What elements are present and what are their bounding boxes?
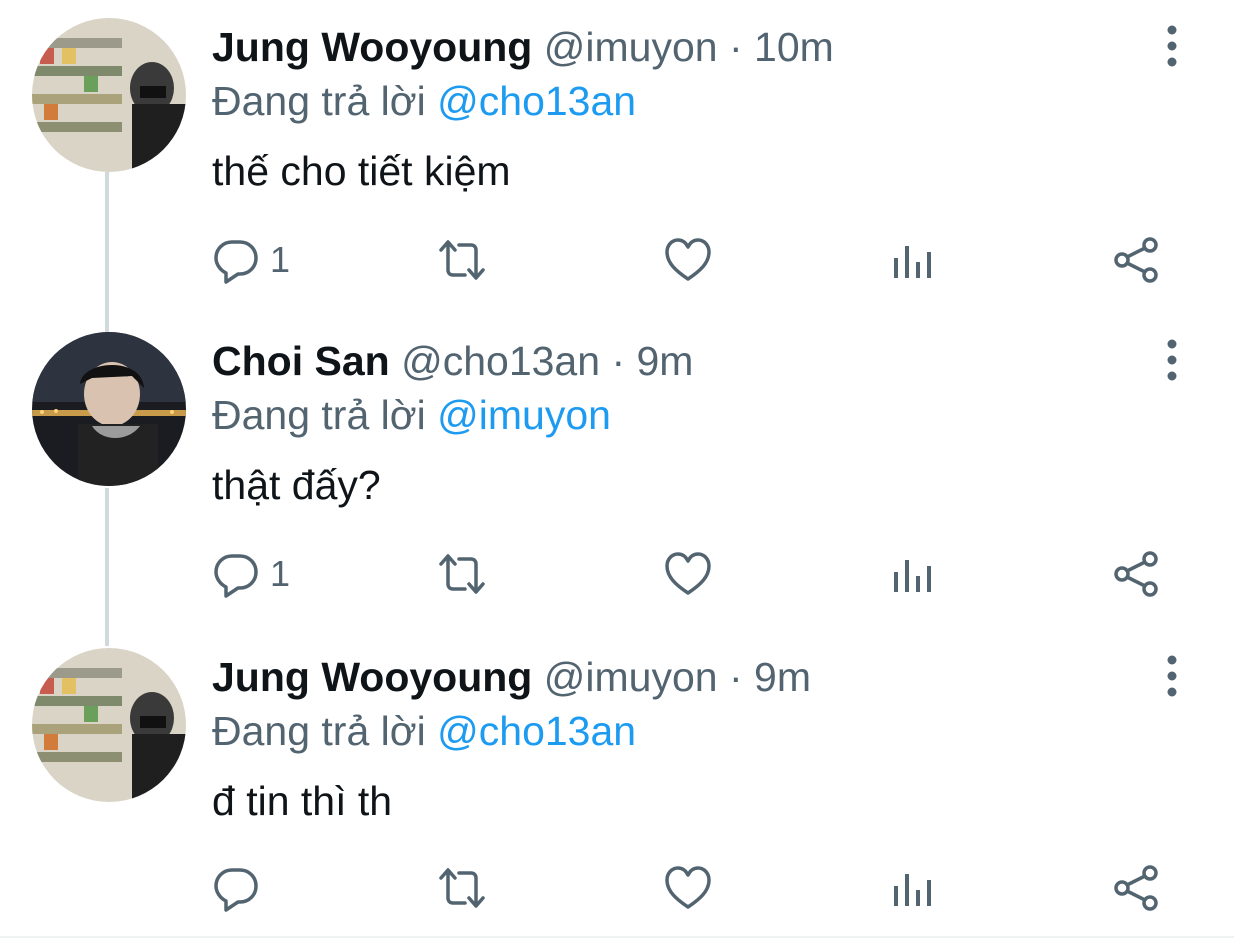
divider bbox=[0, 936, 1234, 938]
action-bar: 1 bbox=[0, 544, 1234, 604]
share-icon bbox=[1114, 237, 1158, 283]
tweet[interactable]: Choi San @cho13an · 9m Đang trả lời @imu… bbox=[0, 314, 1234, 628]
replying-to-label: Đang trả lời bbox=[212, 392, 426, 438]
analytics-button[interactable] bbox=[888, 544, 936, 604]
tweet-header: Jung Wooyoung @imuyon · 9m bbox=[212, 654, 811, 700]
more-button[interactable] bbox=[1150, 336, 1194, 384]
heart-icon bbox=[665, 866, 711, 909]
replying-to-label: Đang trả lời bbox=[212, 708, 426, 754]
action-bar: 1 bbox=[0, 230, 1234, 290]
mention-link[interactable]: @imuyon bbox=[437, 392, 611, 438]
analytics-icon bbox=[894, 246, 931, 278]
like-button[interactable] bbox=[664, 230, 712, 290]
mention-link[interactable]: @cho13an bbox=[437, 78, 636, 124]
reply-button[interactable]: 1 bbox=[212, 544, 290, 604]
reply-icon bbox=[214, 554, 258, 598]
reply-icon bbox=[214, 868, 258, 912]
handle[interactable]: @imuyon bbox=[544, 24, 718, 70]
separator: · bbox=[611, 338, 626, 384]
retweet-icon bbox=[439, 554, 485, 594]
more-button[interactable] bbox=[1150, 22, 1194, 70]
reply-count: 1 bbox=[270, 553, 291, 594]
share-button[interactable] bbox=[1112, 858, 1160, 918]
retweet-button[interactable] bbox=[438, 230, 486, 290]
reply-button[interactable] bbox=[212, 858, 270, 918]
like-button[interactable] bbox=[664, 858, 712, 918]
heart-icon bbox=[665, 552, 711, 595]
tweet-text: thật đấy? bbox=[212, 462, 381, 508]
analytics-button[interactable] bbox=[888, 858, 936, 918]
share-button[interactable] bbox=[1112, 544, 1160, 604]
tweet[interactable]: Jung Wooyoung @imuyon · 9m Đang trả lời … bbox=[0, 630, 1234, 944]
timestamp[interactable]: 9m bbox=[637, 338, 694, 384]
more-vertical-icon bbox=[1167, 655, 1177, 697]
analytics-button[interactable] bbox=[888, 230, 936, 290]
retweet-icon bbox=[439, 868, 485, 908]
share-icon bbox=[1114, 865, 1158, 911]
analytics-icon bbox=[894, 874, 931, 906]
share-button[interactable] bbox=[1112, 230, 1160, 290]
separator: · bbox=[728, 24, 743, 70]
replying-to: Đang trả lời @imuyon bbox=[212, 392, 611, 438]
replying-to: Đang trả lời @cho13an bbox=[212, 78, 636, 124]
avatar[interactable] bbox=[32, 18, 186, 172]
heart-icon bbox=[665, 238, 711, 281]
more-vertical-icon bbox=[1167, 339, 1177, 381]
separator: · bbox=[728, 654, 743, 700]
analytics-icon bbox=[894, 560, 931, 592]
mention-link[interactable]: @cho13an bbox=[437, 708, 636, 754]
like-button[interactable] bbox=[664, 544, 712, 604]
share-icon bbox=[1114, 551, 1158, 597]
retweet-button[interactable] bbox=[438, 544, 486, 604]
timestamp[interactable]: 10m bbox=[754, 24, 834, 70]
reply-count: 1 bbox=[270, 239, 291, 280]
display-name[interactable]: Jung Wooyoung bbox=[212, 654, 532, 700]
tweet-text: thế cho tiết kiệm bbox=[212, 148, 511, 194]
retweet-icon bbox=[439, 240, 485, 280]
retweet-button[interactable] bbox=[438, 858, 486, 918]
reply-button[interactable]: 1 bbox=[212, 230, 290, 290]
reply-icon bbox=[214, 240, 258, 284]
avatar[interactable] bbox=[32, 332, 186, 486]
display-name[interactable]: Choi San bbox=[212, 338, 390, 384]
timestamp[interactable]: 9m bbox=[754, 654, 811, 700]
replying-to: Đang trả lời @cho13an bbox=[212, 708, 636, 754]
handle[interactable]: @imuyon bbox=[544, 654, 718, 700]
avatar[interactable] bbox=[32, 648, 186, 802]
tweet-header: Jung Wooyoung @imuyon · 10m bbox=[212, 24, 834, 70]
replying-to-label: Đang trả lời bbox=[212, 78, 426, 124]
handle[interactable]: @cho13an bbox=[401, 338, 600, 384]
action-bar bbox=[0, 858, 1234, 918]
tweet[interactable]: Jung Wooyoung @imuyon · 10m Đang trả lời… bbox=[0, 0, 1234, 314]
more-vertical-icon bbox=[1167, 25, 1177, 67]
tweet-header: Choi San @cho13an · 9m bbox=[212, 338, 693, 384]
more-button[interactable] bbox=[1150, 652, 1194, 700]
tweet-text: đ tin thì th bbox=[212, 778, 393, 824]
display-name[interactable]: Jung Wooyoung bbox=[212, 24, 532, 70]
